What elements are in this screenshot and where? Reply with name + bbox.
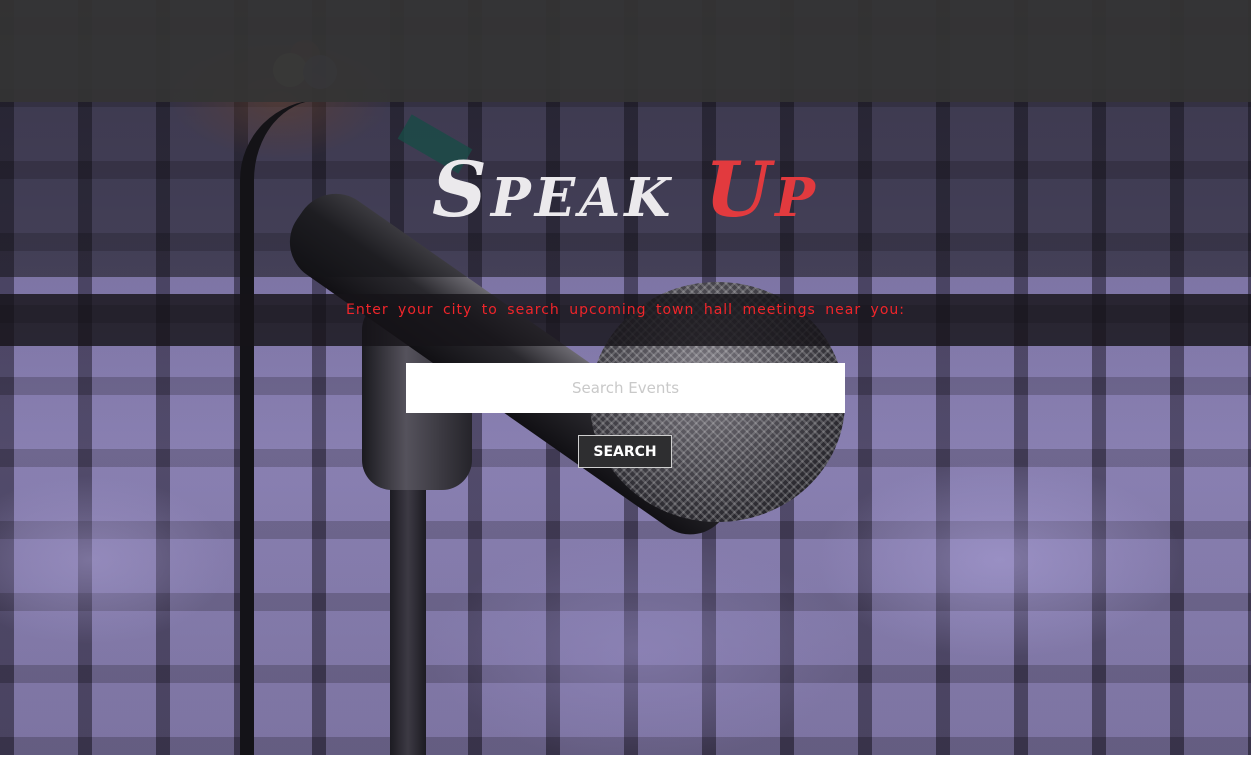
search-prompt: Enter your city to search upcoming town … <box>346 302 905 318</box>
site-title-word-up: Up <box>704 145 819 234</box>
page: Speak Up Enter your city to search upcom… <box>0 0 1251 757</box>
top-bar <box>0 0 1251 102</box>
search-button[interactable]: SEARCH <box>578 435 672 468</box>
site-title: Speak Up <box>0 140 1251 240</box>
search-input[interactable] <box>406 363 845 413</box>
site-title-word-speak: Speak <box>432 145 675 234</box>
